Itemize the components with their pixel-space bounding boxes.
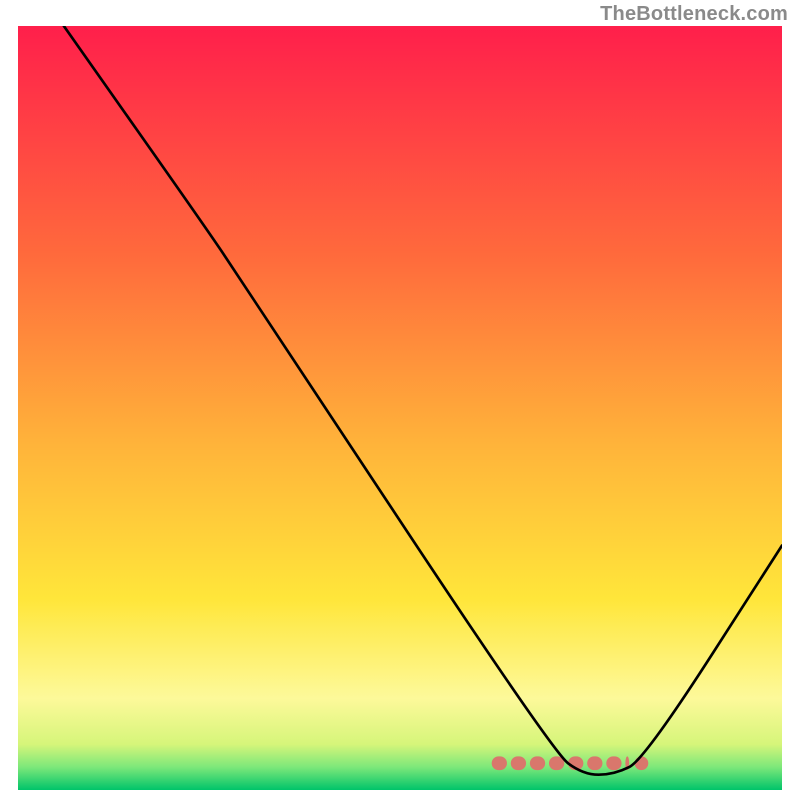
chart-background-gradient <box>18 26 782 790</box>
chart-svg <box>18 26 782 790</box>
bottleneck-chart <box>18 26 782 790</box>
watermark-text: TheBottleneck.com <box>600 3 788 26</box>
